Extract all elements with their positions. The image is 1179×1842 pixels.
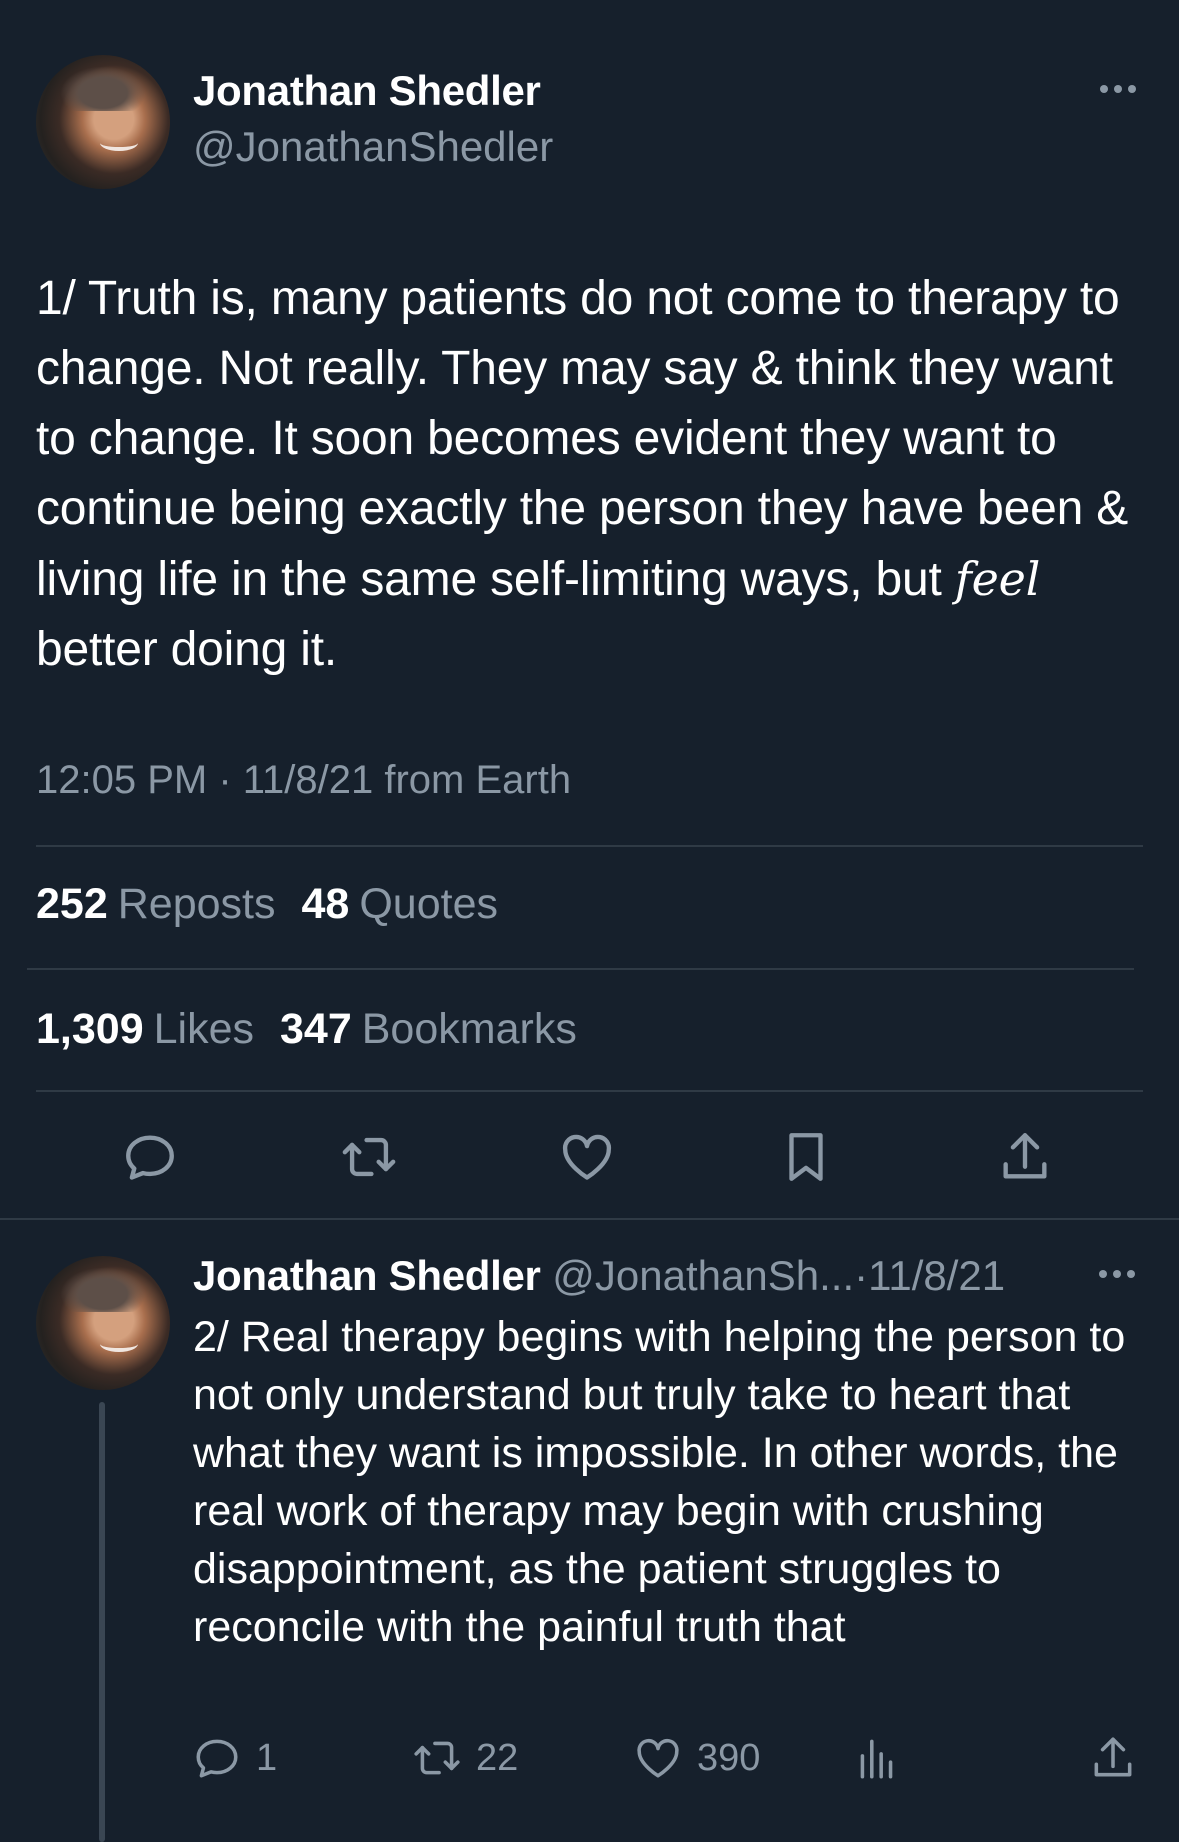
bookmark-button[interactable] <box>774 1125 838 1189</box>
separator-dot: · <box>854 1252 869 1299</box>
reply-header: Jonathan Shedler @JonathanSh...·11/8/21 <box>193 1252 1005 1300</box>
reply-more-options-icon[interactable] <box>1099 1270 1135 1278</box>
repost-icon <box>342 1137 396 1177</box>
views-icon <box>860 1739 893 1779</box>
bookmarks-count: 347 <box>280 1005 352 1053</box>
reply-author-name[interactable]: Jonathan Shedler <box>193 1252 541 1299</box>
stats-row-reposts: 252 Reposts 48 Quotes <box>36 880 498 929</box>
bookmarks-stat[interactable]: 347 Bookmarks <box>280 1005 577 1054</box>
reply-count: 1 <box>256 1736 278 1779</box>
share-icon <box>1003 1133 1047 1179</box>
divider <box>36 845 1143 847</box>
quotes-stat[interactable]: 48 Quotes <box>302 880 498 929</box>
likes-count: 1,309 <box>36 1005 144 1053</box>
reply-action-bar: 1 22 390 <box>0 1730 1179 1786</box>
reply-icon <box>126 1135 174 1180</box>
bookmarks-label: Bookmarks <box>361 1005 577 1053</box>
reposts-count: 252 <box>36 880 108 928</box>
reply-repost-button[interactable]: 22 <box>412 1730 518 1786</box>
reposts-label: Reposts <box>117 880 276 928</box>
divider <box>0 1218 1179 1220</box>
more-options-icon[interactable] <box>1100 85 1136 93</box>
reply-share-button[interactable] <box>1088 1730 1138 1786</box>
author-name[interactable]: Jonathan Shedler <box>193 67 541 115</box>
avatar[interactable] <box>36 55 170 189</box>
reply-text: 2/ Real therapy begins with helping the … <box>193 1313 1126 1651</box>
like-icon <box>562 1134 612 1180</box>
author-handle[interactable]: @JonathanShedler <box>193 123 553 171</box>
tweet-text-part: better doing it. <box>36 623 337 676</box>
views-button[interactable] <box>852 1730 902 1786</box>
like-count: 390 <box>697 1736 761 1779</box>
reply-date[interactable]: 11/8/21 <box>868 1252 1005 1299</box>
reply-reply-button[interactable]: 1 <box>192 1730 277 1786</box>
like-button[interactable] <box>555 1125 619 1189</box>
divider <box>36 1090 1143 1092</box>
likes-label: Likes <box>153 1005 254 1053</box>
tweet-timestamp[interactable]: 12:05 PM · 11/8/21 from Earth <box>36 758 571 803</box>
divider <box>27 968 1134 970</box>
likes-stat[interactable]: 1,309 Likes <box>36 1005 254 1054</box>
reply-author-handle[interactable]: @JonathanSh... <box>552 1252 854 1299</box>
main-tweet-header: Jonathan Shedler @JonathanShedler <box>36 55 1146 189</box>
tweet-text-emphasis: feel <box>954 552 1041 606</box>
main-action-bar <box>0 1125 1179 1189</box>
share-button[interactable] <box>993 1125 1057 1189</box>
repost-button[interactable] <box>337 1125 401 1189</box>
reply-button[interactable] <box>118 1125 182 1189</box>
share-icon <box>1094 1737 1132 1777</box>
repost-icon <box>414 1741 460 1775</box>
repost-count: 22 <box>476 1736 519 1779</box>
like-icon <box>637 1738 679 1778</box>
reposts-stat[interactable]: 252 Reposts <box>36 880 276 929</box>
reply-avatar[interactable] <box>36 1256 170 1390</box>
quotes-count: 48 <box>301 880 350 928</box>
tweet-text: 1/ Truth is, many patients do not come t… <box>36 264 1146 685</box>
quotes-label: Quotes <box>359 880 498 928</box>
reply-icon <box>196 1739 238 1778</box>
stats-row-likes: 1,309 Likes 347 Bookmarks <box>36 1005 577 1054</box>
tweet-thread-view: Jonathan Shedler @JonathanShedler 1/ Tru… <box>0 0 1179 1842</box>
bookmark-icon <box>789 1133 823 1181</box>
reply-like-button[interactable]: 390 <box>633 1730 760 1786</box>
